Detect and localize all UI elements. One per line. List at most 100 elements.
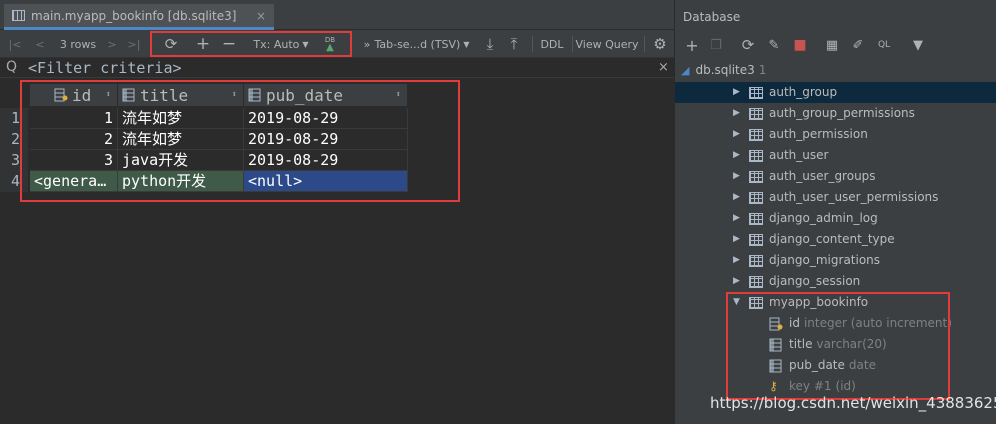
expand-arrow-icon[interactable]: ▶ xyxy=(733,271,745,292)
cell-pub-date[interactable]: 2019-08-29 xyxy=(244,108,408,129)
submit-db-button[interactable]: DB ▲ xyxy=(318,33,342,55)
tree-table-myapp-bookinfo[interactable]: ▼ myapp_bookinfo xyxy=(733,292,868,313)
cell-title[interactable]: java开发 xyxy=(118,150,244,171)
tree-table[interactable]: ▶ auth_user_user_permissions xyxy=(733,187,938,208)
row-number[interactable]: 3 xyxy=(0,150,28,171)
tree-table[interactable]: ▶ auth_permission xyxy=(733,124,868,145)
expand-arrow-icon[interactable]: ▶ xyxy=(733,82,745,103)
chevron-down-icon: ▼ xyxy=(463,39,470,49)
cell-id[interactable]: 2 xyxy=(30,129,118,150)
column-header-pub-date[interactable]: pub_date ⬍ xyxy=(244,84,408,106)
rows-count[interactable]: 3 rows xyxy=(54,33,102,55)
table-icon[interactable]: ▦ xyxy=(821,35,843,55)
column-header-id[interactable]: id ⬍ xyxy=(30,84,118,106)
row-number[interactable]: 1 xyxy=(0,108,28,129)
add-row-button[interactable]: + xyxy=(192,33,214,55)
tree-column-pub-date[interactable]: pub_date date xyxy=(769,355,876,376)
sqlite-icon: ◢ xyxy=(681,64,690,77)
expand-arrow-icon[interactable]: ▶ xyxy=(733,208,745,229)
cell-pub-date[interactable]: 2019-08-29 xyxy=(244,129,408,150)
column-header-title[interactable]: title ⬍ xyxy=(118,84,244,106)
tree-table-auth-group[interactable]: ▶ auth_group xyxy=(675,82,996,103)
delete-row-button[interactable]: − xyxy=(218,33,240,55)
sort-icon[interactable]: ⬍ xyxy=(232,90,237,100)
schema-settings-icon[interactable]: ✎ xyxy=(763,35,785,55)
refresh-icon[interactable]: ⟳ xyxy=(737,35,759,55)
table-icon xyxy=(749,191,763,204)
expand-arrow-icon[interactable]: ▶ xyxy=(733,250,745,271)
table-icon xyxy=(749,107,763,120)
view-query-button[interactable]: View Query xyxy=(575,33,638,55)
expand-arrow-icon[interactable]: ▶ xyxy=(733,187,745,208)
column-name: pub_date xyxy=(789,358,845,372)
tree-table[interactable]: ▶ auth_user xyxy=(733,145,828,166)
tree-column-title[interactable]: title varchar(20) xyxy=(769,334,887,355)
collapse-arrow-icon[interactable]: ▼ xyxy=(733,292,745,313)
export-format-label: Tab-se...d (TSV) xyxy=(374,37,461,51)
toolbar-divider xyxy=(532,36,533,52)
row-number[interactable]: 4 xyxy=(0,171,28,192)
filter-icon[interactable]: ▼ xyxy=(907,35,929,55)
tree-table[interactable]: ▶ django_session xyxy=(733,271,860,292)
table-name: auth_user xyxy=(769,148,829,162)
next-page-button[interactable]: > xyxy=(104,33,120,55)
table-icon xyxy=(749,86,763,99)
expand-arrow-icon[interactable]: ▶ xyxy=(733,124,745,145)
tree-table[interactable]: ▶ auth_user_groups xyxy=(733,166,876,187)
table-icon xyxy=(749,254,763,267)
close-filter-icon[interactable]: × xyxy=(658,60,669,75)
tree-table[interactable]: ▶ django_admin_log xyxy=(733,208,878,229)
primary-key-column-icon xyxy=(54,88,68,102)
sort-icon[interactable]: ⬍ xyxy=(396,90,401,100)
last-page-button[interactable]: >| xyxy=(124,33,144,55)
datasource-label: db.sqlite3 xyxy=(695,63,755,77)
tree-table[interactable]: ▶ auth_group_permissions xyxy=(733,103,915,124)
stop-icon[interactable]: ■ xyxy=(789,35,811,55)
gear-icon[interactable]: ⚙ xyxy=(650,33,670,55)
table-name: django_session xyxy=(769,274,861,288)
column-icon xyxy=(769,359,782,372)
ddl-button[interactable]: DDL xyxy=(538,33,566,55)
filter-input[interactable]: <Filter criteria> xyxy=(28,59,182,77)
column-type: date xyxy=(848,358,876,372)
expand-arrow-icon[interactable]: ▶ xyxy=(733,166,745,187)
cell-title[interactable]: python开发 xyxy=(118,171,244,192)
console-icon[interactable]: QL xyxy=(873,35,895,55)
tree-table[interactable]: ▶ django_content_type xyxy=(733,229,895,250)
datasource-count: 1 xyxy=(758,63,767,77)
toolbar-divider xyxy=(572,36,573,52)
toolbar-divider xyxy=(150,36,151,52)
tree-table[interactable]: ▶ django_migrations xyxy=(733,250,880,271)
cell-pub-date[interactable]: 2019-08-29 xyxy=(244,150,408,171)
editor-tab-bookinfo[interactable]: main.myapp_bookinfo [db.sqlite3] × xyxy=(4,4,274,30)
download-icon[interactable]: ⤓ xyxy=(480,33,500,55)
export-format-dropdown[interactable]: Tab-se...d (TSV) ▼ xyxy=(374,33,470,55)
filter-bar[interactable]: Q <Filter criteria> × xyxy=(0,58,674,78)
add-icon[interactable]: + xyxy=(681,35,703,55)
tree-column-id[interactable]: id integer (auto increment) xyxy=(769,313,952,334)
prev-page-button[interactable]: < xyxy=(32,33,48,55)
expand-arrow-icon[interactable]: ▶ xyxy=(733,229,745,250)
database-toolbar: + ❐ ⟳ ✎ ■ ▦ ✐ QL ▼ xyxy=(675,32,996,58)
cell-title[interactable]: 流年如梦 xyxy=(118,108,244,129)
tx-mode-dropdown[interactable]: Tx: Auto ▼ xyxy=(252,33,310,55)
expand-arrow-icon[interactable]: ▶ xyxy=(733,103,745,124)
arrow-up-icon: ▲ xyxy=(326,42,334,53)
cell-id[interactable]: 3 xyxy=(30,150,118,171)
row-number[interactable]: 2 xyxy=(0,129,28,150)
copy-icon[interactable]: ❐ xyxy=(705,35,727,55)
tab-close-icon[interactable]: × xyxy=(256,9,266,23)
expand-arrow-icon[interactable]: ▶ xyxy=(733,145,745,166)
refresh-icon[interactable]: ⟳ xyxy=(160,33,182,55)
datasource-node[interactable]: ◢ db.sqlite3 1 xyxy=(681,60,766,81)
cell-id[interactable]: 1 xyxy=(30,108,118,129)
first-page-button[interactable]: |< xyxy=(6,33,24,55)
sort-icon[interactable]: ⬍ xyxy=(106,90,111,100)
cell-id[interactable]: <genera… xyxy=(30,171,118,192)
cell-pub-date[interactable]: <null> xyxy=(244,171,408,192)
toolbar-divider xyxy=(644,36,645,52)
upload-icon[interactable]: ⤒ xyxy=(504,33,524,55)
cell-title[interactable]: 流年如梦 xyxy=(118,129,244,150)
edit-icon[interactable]: ✐ xyxy=(847,35,869,55)
more-actions-icon[interactable]: » xyxy=(360,33,374,55)
